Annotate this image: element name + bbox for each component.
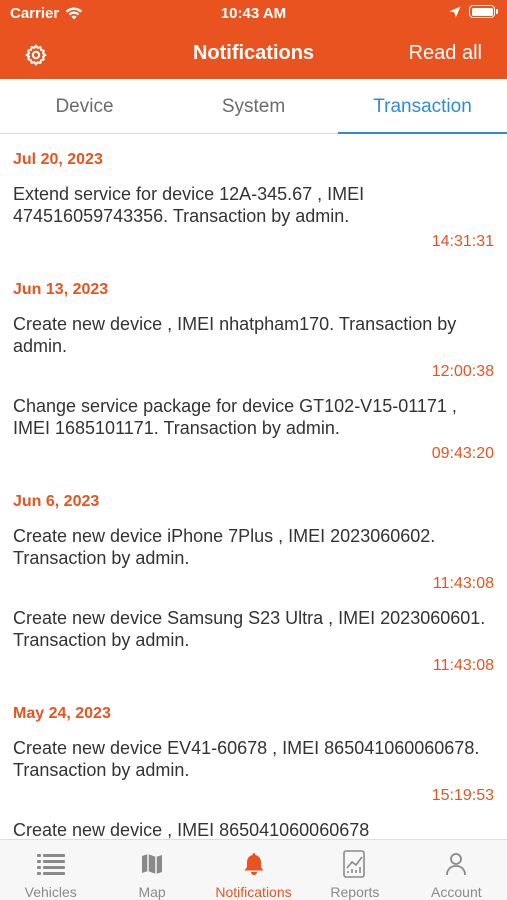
tabbar-label: Notifications [215,884,292,900]
person-icon [446,853,467,876]
tab-device[interactable]: Device [0,79,169,133]
tab-system[interactable]: System [169,79,338,133]
notification-group: Jul 20, 2023 Extend service for device 1… [0,135,507,251]
notification-item[interactable]: Create new device EV41-60678 , IMEI 8650… [0,737,507,805]
tab-transaction[interactable]: Transaction [338,79,507,134]
notification-item[interactable]: Create new device , IMEI 865041060060678 [0,819,507,839]
notification-time: 15:19:53 [431,787,494,804]
notification-time: 09:43:20 [431,445,494,462]
tabbar-label: Map [138,884,166,900]
notification-item[interactable]: Extend service for device 12A-345.67 , I… [0,183,507,251]
status-time: 10:43 AM [220,5,287,22]
bottom-tab-bar: Vehicles Map Notifications Reports Accou… [0,839,507,900]
tabbar-item-reports[interactable]: Reports [304,840,405,900]
notification-time: 14:31:31 [431,233,494,250]
notification-group: Jun 6, 2023 Create new device iPhone 7Pl… [0,477,507,675]
bell-icon [244,853,264,875]
notification-text: Create new device EV41-60678 , IMEI 8650… [13,738,480,780]
read-all-button[interactable]: Read all [409,42,482,65]
group-date-header: May 24, 2023 [13,705,111,722]
notification-text: Create new device iPhone 7Plus , IMEI 20… [13,526,436,568]
header: Carrier 10:43 AM Notifications Read all [0,0,507,79]
group-date-header: Jun 13, 2023 [13,281,109,298]
notification-item[interactable]: Create new device Samsung S23 Ultra , IM… [0,607,507,675]
tabbar-label: Reports [330,884,380,900]
tabbar-item-vehicles[interactable]: Vehicles [0,840,101,900]
reports-icon [343,850,365,878]
status-bar: Carrier 10:43 AM [0,0,507,28]
notification-text: Change service package for device GT102-… [13,396,457,438]
tabbar-label: Vehicles [24,884,77,900]
group-date-header: Jul 20, 2023 [13,151,103,168]
notification-text: Extend service for device 12A-345.67 , I… [13,184,365,226]
notification-time: 11:43:08 [432,575,494,592]
tabbar-label: Account [431,884,482,900]
list-icon [36,854,65,875]
notification-group: May 24, 2023 Create new device EV41-6067… [0,689,507,839]
notification-time: 11:43:08 [432,657,494,674]
group-date-header: Jun 6, 2023 [13,493,100,510]
notification-text: Create new device , IMEI nhatpham170. Tr… [13,314,457,356]
notification-text: Create new device Samsung S23 Ultra , IM… [13,608,486,650]
notification-item[interactable]: Create new device iPhone 7Plus , IMEI 20… [0,525,507,593]
battery-icon [469,5,498,18]
map-icon [142,854,163,874]
tabbar-item-map[interactable]: Map [101,840,202,900]
tabbar-item-notifications[interactable]: Notifications [203,840,304,900]
notification-text: Create new device , IMEI 865041060060678 [13,820,370,839]
notification-list[interactable]: Jul 20, 2023 Extend service for device 1… [0,135,507,839]
segment-tabs: Device System Transaction [0,79,507,134]
notification-item[interactable]: Change service package for device GT102-… [0,395,507,463]
nav-bar: Notifications Read all [0,30,507,76]
location-arrow-icon [449,6,461,17]
tabbar-item-account[interactable]: Account [406,840,507,900]
notification-item[interactable]: Create new device , IMEI nhatpham170. Tr… [0,313,507,381]
notification-group: Jun 13, 2023 Create new device , IMEI nh… [0,265,507,463]
notification-time: 12:00:38 [431,363,494,380]
